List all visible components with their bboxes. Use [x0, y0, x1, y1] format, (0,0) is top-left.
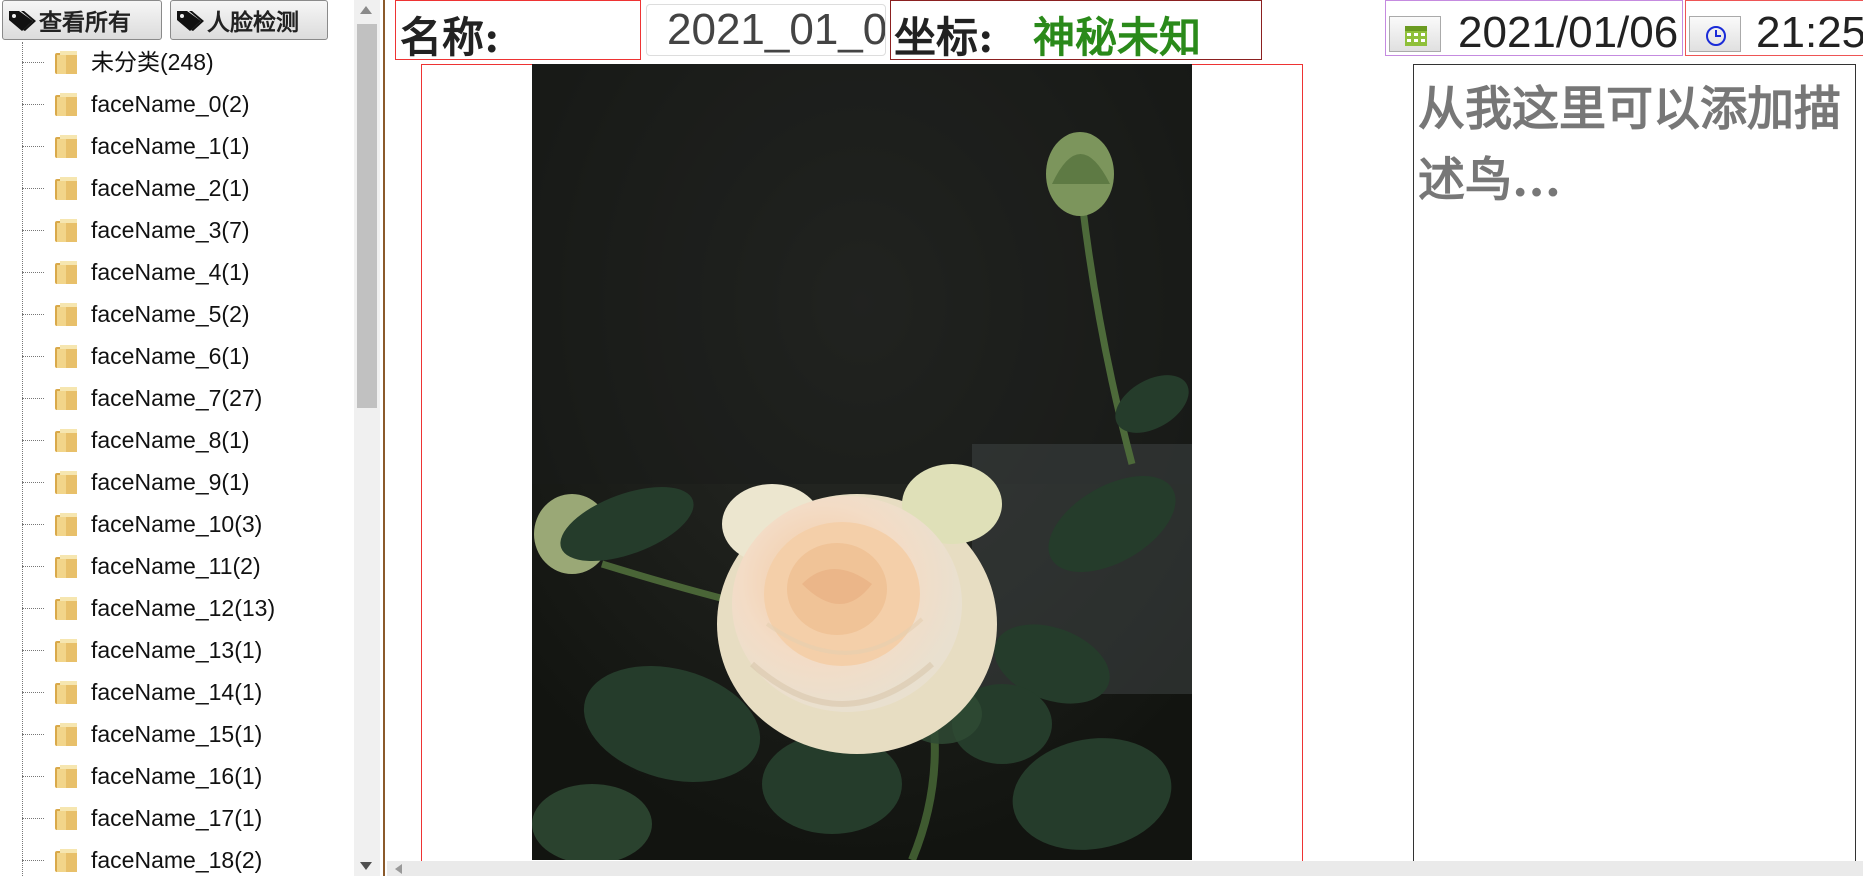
tree-item-label: faceName_13(1) [91, 637, 263, 663]
tree-branch-line [22, 860, 44, 861]
tree-item-label: faceName_5(2) [91, 301, 250, 327]
tree-item-label: faceName_0(2) [91, 91, 250, 117]
folder-icon [55, 513, 77, 536]
tree-item-label: faceName_18(2) [91, 847, 263, 873]
tree-item-label: faceName_17(1) [91, 805, 263, 831]
scrollbar-thumb[interactable] [357, 24, 377, 408]
tree-branch-line [22, 776, 44, 777]
tree-branch-line [22, 314, 44, 315]
time-value[interactable]: 21:25 [1756, 8, 1863, 58]
tree-item-label: faceName_2(1) [91, 175, 250, 201]
clock-icon [1706, 26, 1726, 46]
tree-branch-line [22, 650, 44, 651]
tree-scrollbar[interactable] [354, 0, 380, 876]
tree-item-label: 未分类(248) [91, 49, 214, 75]
tag-icon [9, 11, 36, 31]
scroll-up-arrow-icon[interactable] [360, 6, 372, 14]
tree-item-label: faceName_7(27) [91, 385, 263, 411]
name-input[interactable]: 2021_01_06 [646, 4, 886, 56]
photo-rose[interactable] [532, 64, 1192, 860]
tag-icon [177, 11, 204, 31]
folder-icon [55, 849, 77, 872]
tree-branch-line [22, 692, 44, 693]
name-label: 名称: [400, 13, 500, 62]
tree-branch-line [22, 524, 44, 525]
scroll-left-arrow-icon[interactable] [395, 864, 402, 874]
date-value[interactable]: 2021/01/06 [1458, 8, 1678, 58]
tree-item-label: faceName_15(1) [91, 721, 263, 747]
tree-branch-line [22, 482, 44, 483]
face-detect-button[interactable]: 人脸检测 [170, 0, 328, 40]
tree-item-label: faceName_1(1) [91, 133, 250, 159]
tree-branch-line [22, 440, 44, 441]
scroll-down-arrow-icon[interactable] [360, 862, 372, 870]
panel-divider[interactable] [383, 0, 385, 876]
tree-branch-line [22, 818, 44, 819]
view-all-button[interactable]: 查看所有 [2, 0, 162, 40]
folder-icon [55, 681, 77, 704]
folder-icon [55, 429, 77, 452]
tree-branch-line [22, 356, 44, 357]
clock-button[interactable] [1689, 16, 1741, 52]
tree-branch-line [22, 62, 44, 63]
tree-branch-line [22, 188, 44, 189]
folder-icon [55, 261, 77, 284]
tree-item-label: faceName_12(13) [91, 595, 276, 621]
folder-icon [55, 723, 77, 746]
tree-branch-line [22, 608, 44, 609]
tree-item-label: faceName_6(1) [91, 343, 250, 369]
folder-icon [55, 177, 77, 200]
rose-photo-image [532, 64, 1192, 860]
folder-icon [55, 471, 77, 494]
tree-item-label: faceName_10(3) [91, 511, 263, 537]
face-detect-label: 人脸检测 [207, 9, 299, 36]
tree-branch-line [22, 272, 44, 273]
tree-branch-line [22, 566, 44, 567]
tree-branch-line [22, 230, 44, 231]
folder-icon [55, 387, 77, 410]
horizontal-scrollbar[interactable] [387, 861, 1863, 876]
tree-item-label: faceName_14(1) [91, 679, 263, 705]
tree-branch-line [22, 734, 44, 735]
calendar-icon [1405, 26, 1427, 46]
tree-branch-line [22, 398, 44, 399]
folder-icon [55, 93, 77, 116]
folder-icon [55, 219, 77, 242]
folder-tree: 未分类(248) faceName_0(2) faceName_1(1) faceNa… [0, 42, 354, 876]
tree-item-label: faceName_16(1) [91, 763, 263, 789]
folder-icon [55, 555, 77, 578]
tree-item-label: faceName_9(1) [91, 469, 250, 495]
folder-icon [55, 51, 77, 74]
folder-icon [55, 345, 77, 368]
tree-item-label: faceName_8(1) [91, 427, 250, 453]
tree-branch-line [22, 146, 44, 147]
folder-icon [55, 765, 77, 788]
folder-icon [55, 807, 77, 830]
folder-icon [55, 135, 77, 158]
tree-connector-line [22, 42, 23, 876]
left-panel: 查看所有 人脸检测 未分类(248) faceName_0(2) faceName_… [0, 0, 384, 876]
folder-icon [55, 597, 77, 620]
coordinate-value: 神秘未知 [1033, 13, 1202, 62]
tree-item-label: faceName_4(1) [91, 259, 250, 285]
tree-item-label: faceName_11(2) [91, 553, 261, 579]
view-all-label: 查看所有 [39, 9, 131, 36]
tree-branch-line [22, 104, 44, 105]
description-placeholder[interactable]: 从我这里可以添加描述鸟... [1418, 74, 1848, 216]
tree-item-label: faceName_3(7) [91, 217, 250, 243]
folder-icon [55, 639, 77, 662]
coordinate-label: 坐标: [894, 13, 994, 62]
folder-icon [55, 303, 77, 326]
calendar-button[interactable] [1389, 16, 1441, 52]
